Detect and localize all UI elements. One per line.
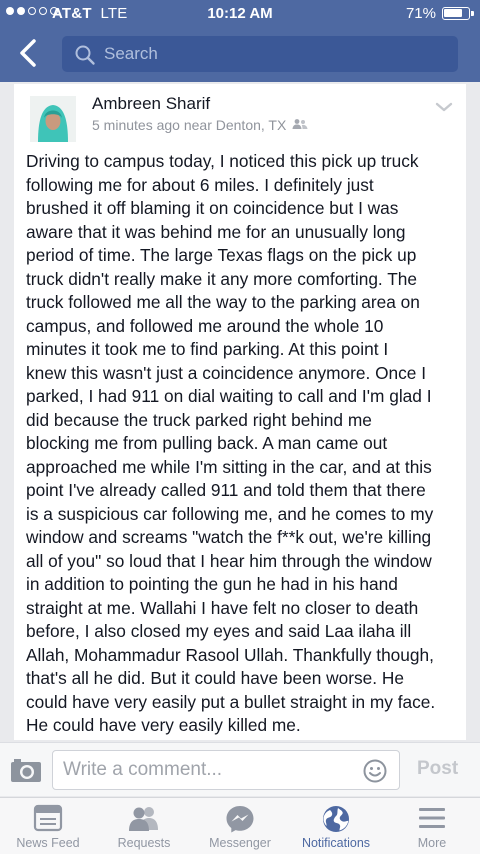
post-text-line: is a suspicious car following me, and he… [26,503,434,524]
post-text-line: point I've already called 911 and told t… [26,480,426,500]
post-body: Driving to campus today, I noticed this … [26,150,456,738]
post-author[interactable]: Ambreen Sharif [92,94,210,114]
tab-news-feed[interactable]: News Feed [0,798,96,854]
menu-icon [419,808,445,828]
search-placeholder: Search [104,44,158,63]
post-text-line: approached me while I'm sitting in the c… [26,456,432,477]
camera-icon [11,759,41,782]
requests-icon [129,807,158,831]
avatar[interactable] [30,96,76,142]
comment-placeholder: Write a comment... [63,759,223,780]
news-feed-icon [33,804,63,832]
post-text-line: Allah, Mohammadur Rasool Ullah. Thankful… [26,644,434,665]
tab-bar: News Feed Requests Messenger Notificatio… [0,797,480,854]
top-bar: AT&T LTE 10:12 AM 71% Search [0,0,480,82]
post-text-line: straight at me. Wallahi I have felt no c… [26,597,419,618]
post-text-line: that's all he did. But it could have bee… [26,668,404,688]
post-text-line: He could have very easily killed me. [26,715,301,735]
post-text-line: all of you" so loud that I hear him thro… [26,550,432,571]
tab-label: Requests [117,836,171,850]
post-text-line: truck followed me all the way to the par… [26,292,420,312]
chevron-left-icon [20,39,36,67]
post-text-line: in addition to pointing the gun he had i… [26,574,398,594]
post-text-line: Driving to campus today, I noticed this … [26,151,419,171]
tab-notifications[interactable]: Notifications [288,798,384,854]
camera-button[interactable] [10,757,42,788]
post-timestamp: 5 minutes ago near Denton, TX [92,117,287,133]
tab-label: News Feed [16,836,80,850]
post-text-line: blocking me from pulling back. A man cam… [26,433,388,453]
messenger-icon [226,806,254,833]
tab-messenger[interactable]: Messenger [192,798,288,854]
post-text-line: minutes it took me to find parking. At t… [26,339,389,359]
post-text-line: campus, and followed me around the whole… [26,315,384,336]
tab-requests[interactable]: Requests [96,798,192,854]
friends-audience-icon [292,117,308,133]
post-text-line: window and screams "watch the f**k out, … [26,527,432,547]
post-text-line: parked, I had 911 on dial waiting to cal… [26,386,432,406]
post-text-line: aware that it was behind me for an unusu… [26,221,406,242]
tab-label: Notifications [301,836,371,850]
post-options-button[interactable] [434,100,454,118]
profile-photo [30,96,76,142]
battery-icon [442,7,474,20]
smiley-icon [363,759,387,783]
comment-bar: Write a comment... Post [0,742,480,796]
post-text-line: period of time. The large Texas flags on… [26,245,417,265]
post-text-line: truck didn't really make it any more com… [26,268,418,289]
post-text-line: following me for about 6 miles. I defini… [26,174,374,195]
battery-percent: 71% [405,5,436,22]
back-button[interactable] [14,36,44,70]
tab-more[interactable]: More [384,798,480,854]
search-icon [75,45,95,65]
post-text-line: brushed it off blaming it on coincidence… [26,198,399,218]
globe-icon [323,806,349,832]
post-text-line: could have very easily put a bullet stra… [26,691,436,712]
post-text-line: before, I also closed my eyes and said L… [26,621,412,641]
tab-label: More [417,836,447,850]
post-meta: 5 minutes ago near Denton, TX [92,117,308,133]
post-comment-button[interactable]: Post [417,758,458,780]
comment-input[interactable]: Write a comment... [52,750,400,790]
status-bar: AT&T LTE 10:12 AM 71% [0,0,480,28]
sticker-button[interactable] [363,759,387,788]
chevron-down-icon [435,102,453,112]
tab-label: Messenger [209,836,271,850]
post-card: Ambreen Sharif 5 minutes ago near Denton… [14,84,466,740]
post-text-line: knew this wasn't just a coincidence anym… [26,362,427,383]
search-input[interactable]: Search [62,36,458,72]
post-text-line: did because the truck parked right behin… [26,409,372,430]
